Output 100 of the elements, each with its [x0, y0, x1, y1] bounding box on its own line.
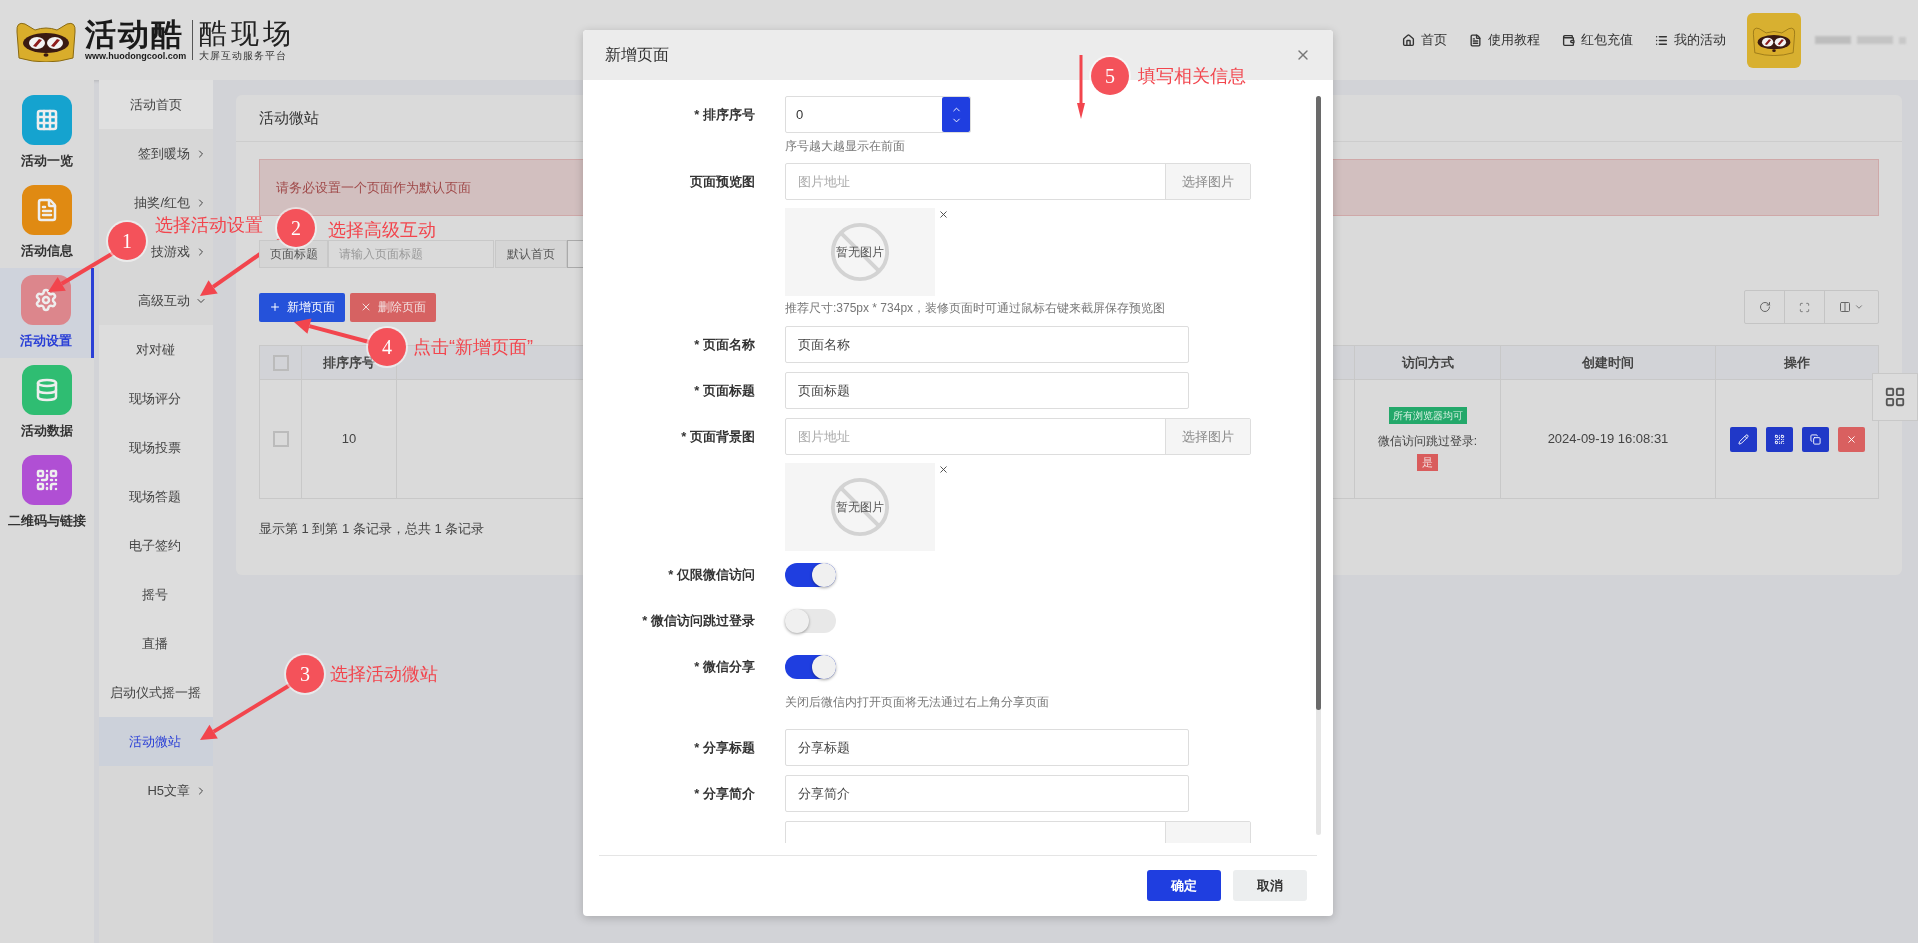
field-label: * 页面标题	[694, 381, 755, 400]
wallet-icon	[1562, 33, 1575, 47]
submenu-item[interactable]: 活动微站	[99, 717, 213, 766]
text-field[interactable]: 分享简介	[785, 775, 1189, 812]
skip-login-label: 微信访问跳过登录:	[1377, 433, 1478, 451]
qr-button[interactable]	[1765, 426, 1793, 452]
product-name: 酷现场	[199, 18, 296, 50]
no-image-icon	[829, 476, 891, 538]
refresh-icon	[1758, 301, 1771, 313]
step-note: 点击“新增页面”	[413, 337, 533, 357]
copy-icon	[1809, 433, 1821, 445]
no-image-icon	[829, 221, 891, 283]
menu-item[interactable]: 高级互动	[138, 290, 207, 311]
fullscreen-icon	[1799, 301, 1810, 313]
menu-item[interactable]: H5文章	[147, 780, 207, 801]
field-label: * 页面名称	[694, 335, 755, 354]
submenu-item[interactable]: 电子签约	[99, 521, 213, 570]
column-header: 创建时间	[1501, 346, 1716, 379]
text-field[interactable]: 页面标题	[785, 372, 1189, 409]
field-label: * 仅限微信访问	[668, 566, 755, 585]
scrollbar-thumb[interactable]	[1316, 96, 1321, 710]
pagination-info: 显示第 1 到第 1 条记录，总共 1 条记录	[259, 520, 486, 538]
sidebar-item[interactable]: 活动设置	[0, 268, 94, 358]
field-label: * 排序序号	[694, 105, 755, 124]
delete-button[interactable]	[1837, 426, 1865, 452]
menu-item[interactable]: 技游戏	[151, 241, 207, 262]
submenu-item[interactable]: 摇号	[99, 570, 213, 619]
number-field[interactable]: 0	[785, 96, 971, 133]
spinner-button[interactable]	[942, 97, 970, 132]
submenu-item[interactable]: 对对碰	[99, 325, 213, 374]
field-label: * 微信访问跳过登录	[642, 612, 755, 631]
copy-button[interactable]	[1801, 426, 1829, 452]
access-badge: 所有浏览器均可	[1388, 407, 1467, 425]
submenu-item[interactable]: 直播	[99, 619, 213, 668]
confirm-button[interactable]: 确定	[1147, 870, 1221, 901]
field-label: * 微信分享	[694, 658, 755, 677]
home-icon	[1402, 33, 1415, 47]
table-cell: 2024-09-19 16:08:31	[1501, 380, 1716, 498]
column-header: 操作	[1783, 353, 1811, 372]
pointer-arrow	[1077, 55, 1085, 119]
slogan: 大屏互动服务平台	[199, 50, 289, 62]
help-text: 序号越大越显示在前面	[785, 138, 906, 155]
close-icon[interactable]	[938, 464, 949, 475]
floating-qr-button[interactable]	[1872, 373, 1918, 421]
filter-label: 默认首页	[495, 240, 567, 268]
step-note: 选择高级互动	[328, 220, 436, 240]
cancel-button[interactable]: 取消	[1233, 870, 1307, 901]
close-icon	[1845, 433, 1857, 445]
edit-icon	[1737, 433, 1749, 445]
checkbox[interactable]	[272, 431, 289, 447]
table-cell: 10	[302, 380, 397, 498]
image-upload-field[interactable]: 暂无图片	[785, 208, 935, 296]
image-upload-field[interactable]: 暂无图片	[785, 463, 935, 551]
avatar[interactable]	[1747, 12, 1801, 68]
caret-icon	[1854, 302, 1864, 312]
plus-icon	[269, 301, 281, 313]
edit-button[interactable]	[1729, 426, 1757, 452]
sidebar-item[interactable]: 活动一览	[0, 88, 94, 178]
doc-icon	[35, 198, 59, 223]
columns-icon	[1839, 301, 1851, 313]
data-icon	[35, 378, 59, 403]
grid-icon	[35, 108, 59, 133]
sidebar-item[interactable]: 活动信息	[0, 178, 94, 268]
menu-item[interactable]: 签到暖场	[138, 143, 207, 164]
brand-url: www.huodongcool.com	[85, 50, 187, 62]
nav-link[interactable]: 我的活动	[1655, 30, 1726, 50]
sidebar-item[interactable]: 二维码与链接	[0, 448, 94, 538]
card-title: 活动微站	[259, 107, 319, 128]
close-icon	[360, 301, 372, 313]
step-note: 选择活动微站	[330, 664, 438, 684]
dialog-title: 新增页面	[605, 45, 669, 65]
menu-item[interactable]: 抽奖/红包	[134, 192, 207, 213]
submenu-item[interactable]: 现场答题	[99, 472, 213, 521]
sidebar-item[interactable]: 活动数据	[0, 358, 94, 448]
nav-link[interactable]: 首页	[1402, 30, 1447, 50]
list-icon	[1655, 33, 1668, 47]
submenu-item[interactable]: 启动仪式摇一摇	[99, 668, 213, 717]
toggle-switch[interactable]	[785, 609, 836, 633]
nav-link[interactable]: 红包充值	[1562, 30, 1633, 50]
submenu-item[interactable]: 现场投票	[99, 423, 213, 472]
brand-name: 活动酷	[85, 18, 185, 51]
checkbox[interactable]	[272, 354, 289, 371]
close-icon[interactable]	[938, 209, 949, 220]
search-field[interactable]: 请输入页面标题	[328, 240, 494, 268]
menu-item[interactable]: 活动首页	[99, 80, 213, 129]
nav-link[interactable]: 使用教程	[1469, 30, 1540, 50]
field-label: * 分享标题	[694, 738, 755, 757]
toggle-switch[interactable]	[785, 563, 836, 587]
help-text: 关闭后微信内打开页面将无法通过右上角分享页面	[785, 694, 1049, 711]
field-label: 页面预览图	[690, 172, 755, 191]
help-text: 推荐尺寸:375px * 734px，装修页面时可通过鼠标右键来截屏保存预览图	[785, 300, 1167, 317]
step-note: 选择活动设置	[155, 215, 263, 235]
text-field[interactable]: 分享标题	[785, 729, 1189, 766]
text-field[interactable]: 页面名称	[785, 326, 1189, 363]
add-page-button[interactable]: 新增页面	[259, 292, 345, 322]
step-note: 填写相关信息	[1138, 66, 1246, 86]
submenu-item[interactable]: 现场评分	[99, 374, 213, 423]
gear-icon	[33, 288, 58, 313]
field-label: * 分享简介	[694, 784, 755, 803]
toggle-switch[interactable]	[785, 655, 836, 679]
